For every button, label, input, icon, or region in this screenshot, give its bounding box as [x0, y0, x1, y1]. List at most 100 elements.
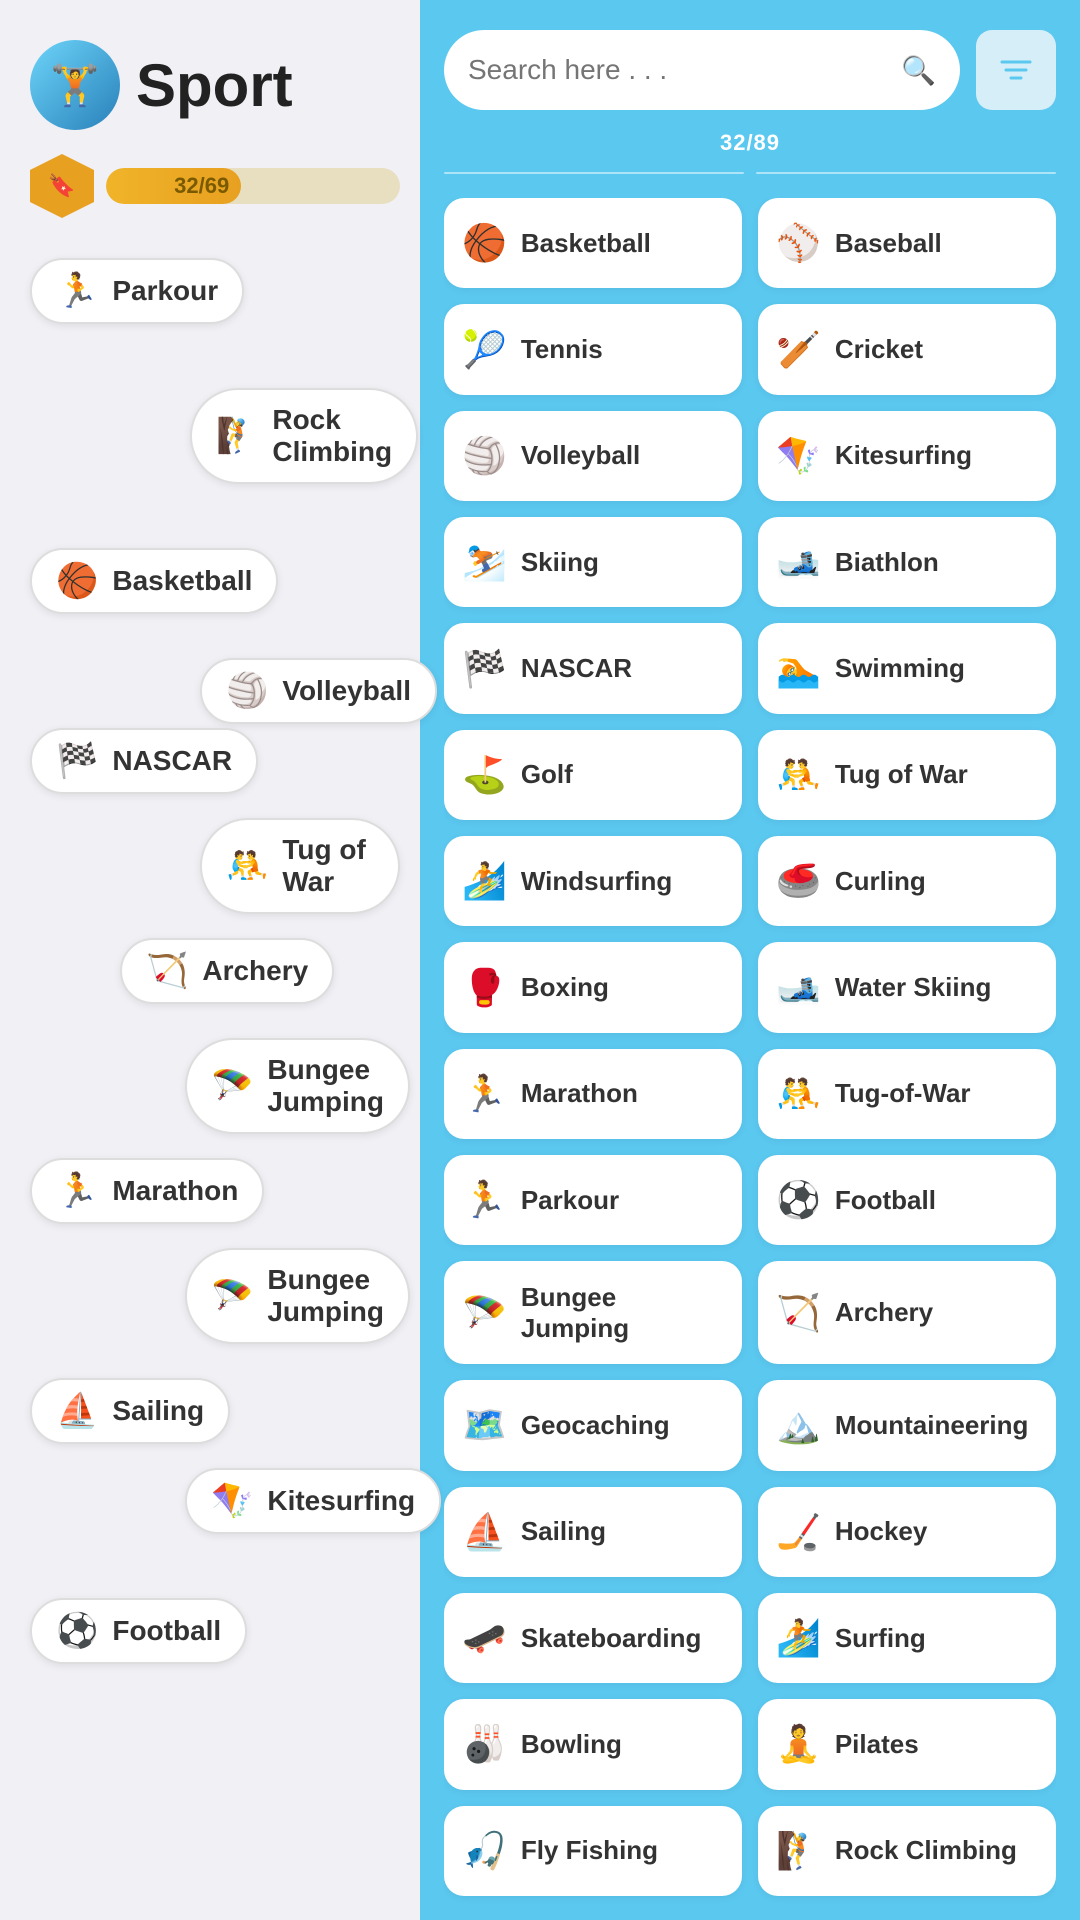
parkour-left-icon: 🏃	[56, 274, 98, 308]
grid-item-boxing[interactable]: 🥊Boxing	[444, 942, 742, 1032]
grid-item-nascar[interactable]: 🏁 NASCAR	[444, 623, 742, 713]
sailing-grid-label: Sailing	[521, 1516, 606, 1547]
left-item-basketball-left[interactable]: 🏀 Basketball	[30, 548, 278, 614]
water-skiing-grid-icon: 🎿	[776, 967, 821, 1009]
left-item-archery-left[interactable]: 🏹Archery	[120, 938, 334, 1004]
grid-item-bowling[interactable]: 🎳Bowling	[444, 1699, 742, 1789]
left-item-kitesurfing-left[interactable]: 🪁Kitesurfing	[185, 1468, 441, 1534]
grid-item-cricket[interactable]: 🏏Cricket	[758, 304, 1056, 394]
kitesurfing-grid-label: Kitesurfing	[835, 440, 972, 471]
archery-grid-label: Archery	[835, 1297, 933, 1328]
marathon-left-icon: 🏃	[56, 1174, 98, 1208]
left-item-rock-climbing-left[interactable]: 🧗Rock Climbing	[190, 388, 418, 484]
grid-item-windsurfing[interactable]: 🏄Windsurfing	[444, 836, 742, 926]
skateboarding-grid-icon: 🛹	[462, 1617, 507, 1659]
nascar-grid-icon: 🏁	[462, 648, 507, 690]
divider-left	[444, 172, 744, 174]
search-input-wrap: 🔍	[444, 30, 960, 110]
app-title: Sport	[136, 51, 293, 120]
basketball-grid-label: Basketball	[521, 228, 651, 259]
filter-button[interactable]	[976, 30, 1056, 110]
golf-grid-label: Golf	[521, 759, 573, 790]
boxing-grid-icon: 🥊	[462, 967, 507, 1009]
grid-item-marathon[interactable]: 🏃Marathon	[444, 1049, 742, 1139]
grid-item-pilates[interactable]: 🧘Pilates	[758, 1699, 1056, 1789]
bowling-grid-icon: 🎳	[462, 1723, 507, 1765]
grid-item-tug-of-war[interactable]: 🤼Tug of War	[758, 730, 1056, 820]
bungee-2-left-label: Bungee Jumping	[267, 1264, 384, 1328]
grid-item-sailing[interactable]: ⛵Sailing	[444, 1487, 742, 1577]
windsurfing-grid-label: Windsurfing	[521, 866, 672, 897]
grid-item-skateboarding[interactable]: 🛹Skateboarding	[444, 1593, 742, 1683]
grid-item-football[interactable]: ⚽Football	[758, 1155, 1056, 1245]
progress-container: 🔖 32/69	[30, 154, 400, 218]
volleyball-left-icon: 🏐	[226, 674, 268, 708]
tug-of-war-left-icon: 🤼	[226, 849, 268, 883]
skiing-grid-label: Skiing	[521, 547, 599, 578]
bungee-1-left-label: Bungee Jumping	[267, 1054, 384, 1118]
grid-item-volleyball[interactable]: 🏐Volleyball	[444, 411, 742, 501]
grid-item-tennis[interactable]: 🎾Tennis	[444, 304, 742, 394]
progress-text: 32/69	[174, 173, 229, 199]
tug-of-war-left-label: Tug of War	[282, 834, 374, 898]
grid-item-basketball[interactable]: 🏀Basketball	[444, 198, 742, 288]
right-progress-label: 32/89	[444, 130, 1056, 156]
left-item-marathon-left[interactable]: 🏃Marathon	[30, 1158, 264, 1224]
grid-item-biathlon[interactable]: 🎿Biathlon	[758, 517, 1056, 607]
search-bar-row: 🔍	[444, 30, 1056, 110]
football-left-icon: ⚽	[56, 1614, 98, 1648]
tennis-grid-label: Tennis	[521, 334, 603, 365]
left-item-parkour-left[interactable]: 🏃Parkour	[30, 258, 244, 324]
grid-item-curling[interactable]: 🥌 Curling	[758, 836, 1056, 926]
left-item-nascar-left[interactable]: 🏁NASCAR	[30, 728, 258, 794]
right-panel: 🔍 32/89 🏀Basketball⚾Baseball🎾Tennis🏏Cric…	[420, 0, 1080, 1920]
left-item-bungee-2-left[interactable]: 🪂Bungee Jumping	[185, 1248, 410, 1344]
tug-of-war-2-grid-label: Tug-of-War	[835, 1078, 971, 1109]
surfing-grid-label: Surfing	[835, 1623, 926, 1654]
swimming-grid-icon: 🏊	[776, 648, 821, 690]
left-item-sailing-left[interactable]: ⛵Sailing	[30, 1378, 230, 1444]
fly-fishing-grid-label: Fly Fishing	[521, 1835, 658, 1866]
geocaching-grid-label: Geocaching	[521, 1410, 670, 1441]
grid-item-kitesurfing[interactable]: 🪁Kitesurfing	[758, 411, 1056, 501]
grid-item-archery[interactable]: 🏹Archery	[758, 1261, 1056, 1364]
search-button[interactable]: 🔍	[901, 54, 936, 87]
grid-item-surfing[interactable]: 🏄Surfing	[758, 1593, 1056, 1683]
swimming-grid-label: Swimming	[835, 653, 965, 684]
left-item-volleyball-left[interactable]: 🏐Volleyball	[200, 658, 437, 724]
basketball-left-label: Basketball	[112, 565, 252, 597]
baseball-grid-label: Baseball	[835, 228, 942, 259]
golf-grid-icon: ⛳	[462, 754, 507, 796]
grid-item-geocaching[interactable]: 🗺️ Geocaching	[444, 1380, 742, 1470]
divider-row	[444, 172, 1056, 174]
grid-item-fly-fishing[interactable]: 🎣Fly Fishing	[444, 1806, 742, 1896]
grid-item-tug-of-war-2[interactable]: 🤼Tug-of-War	[758, 1049, 1056, 1139]
football-grid-label: Football	[835, 1185, 936, 1216]
biathlon-grid-icon: 🎿	[776, 541, 821, 583]
left-item-bungee-1-left[interactable]: 🪂 Bungee Jumping	[185, 1038, 410, 1134]
grid-item-swimming[interactable]: 🏊 Swimming	[758, 623, 1056, 713]
search-input[interactable]	[468, 54, 889, 86]
grid-item-golf[interactable]: ⛳ Golf	[444, 730, 742, 820]
grid-item-skiing[interactable]: ⛷️Skiing	[444, 517, 742, 607]
grid-item-mountaineering[interactable]: 🏔️Mountaineering	[758, 1380, 1056, 1470]
bungee-1-left-icon: 🪂	[211, 1069, 253, 1103]
left-panel: 🏋️ Sport 🔖 32/69 🏃Parkour🧗Rock Climbing🏀…	[0, 0, 420, 1920]
grid-item-bungee-jumping[interactable]: 🪂Bungee Jumping	[444, 1261, 742, 1364]
pilates-grid-label: Pilates	[835, 1729, 919, 1760]
progress-track: 32/69	[106, 168, 400, 204]
curling-grid-icon: 🥌	[776, 860, 821, 902]
nascar-grid-label: NASCAR	[521, 653, 632, 684]
curling-grid-label: Curling	[835, 866, 926, 897]
grid-item-hockey[interactable]: 🏒Hockey	[758, 1487, 1056, 1577]
grid-item-parkour[interactable]: 🏃Parkour	[444, 1155, 742, 1245]
grid-item-rock-climbing[interactable]: 🧗Rock Climbing	[758, 1806, 1056, 1896]
grid-item-water-skiing[interactable]: 🎿Water Skiing	[758, 942, 1056, 1032]
geocaching-grid-icon: 🗺️	[462, 1404, 507, 1446]
rock-climbing-grid-label: Rock Climbing	[835, 1835, 1017, 1866]
left-item-football-left[interactable]: ⚽Football	[30, 1598, 247, 1664]
left-item-tug-of-war-left[interactable]: 🤼 Tug of War	[200, 818, 400, 914]
grid-item-baseball[interactable]: ⚾Baseball	[758, 198, 1056, 288]
basketball-left-icon: 🏀	[56, 564, 98, 598]
nascar-left-label: NASCAR	[112, 745, 232, 777]
